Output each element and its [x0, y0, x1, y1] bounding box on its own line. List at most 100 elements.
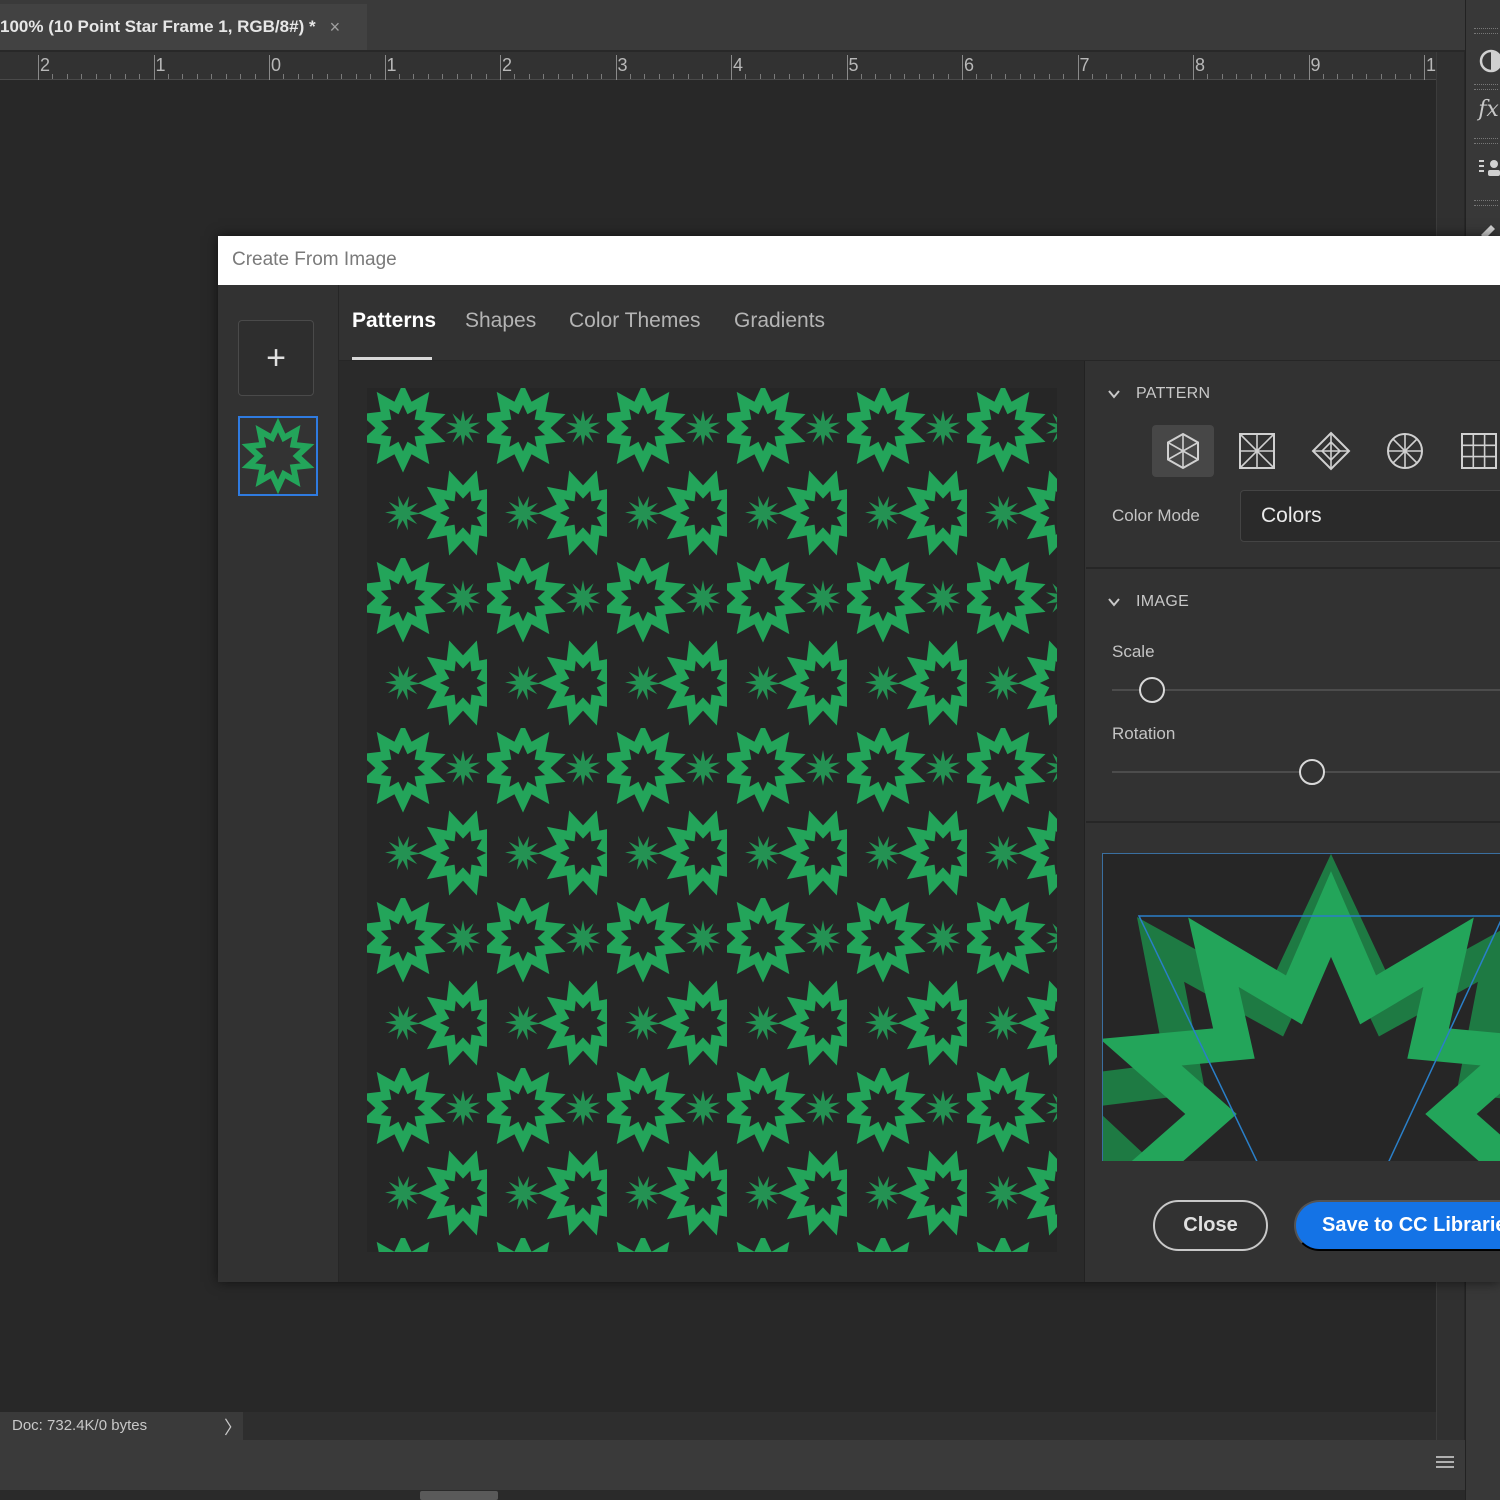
pattern-preview-pane — [339, 361, 1085, 1282]
ruler-minor-tick — [442, 74, 444, 79]
rotation-slider-thumb[interactable] — [1299, 759, 1325, 785]
tab-color-themes[interactable]: Color Themes — [569, 309, 701, 333]
rhombus-icon[interactable] — [1300, 425, 1362, 477]
document-tab[interactable]: 100% (10 Point Star Frame 1, RGB/8#) * × — [0, 4, 367, 50]
ruler-minor-tick — [225, 74, 227, 79]
ruler-minor-tick — [543, 74, 545, 79]
star-thumbnail-icon — [241, 417, 315, 495]
scale-slider-thumb[interactable] — [1139, 677, 1165, 703]
tab-patterns[interactable]: Patterns — [352, 309, 436, 333]
ruler-minor-tick — [456, 74, 458, 79]
save-to-cc-libraries-button[interactable]: Save to CC Libraries — [1294, 1200, 1500, 1251]
ruler-minor-tick — [52, 74, 54, 79]
ruler-minor-tick — [514, 74, 516, 79]
ruler-minor-tick — [1265, 74, 1267, 79]
image-section-title: IMAGE — [1136, 593, 1190, 610]
asset-type-tabs: Patterns Shapes Color Themes Gradients — [339, 285, 1500, 361]
chevron-down-icon — [1108, 598, 1120, 607]
ruler-major-tick — [38, 55, 39, 80]
ruler-minor-tick — [774, 74, 776, 79]
close-button[interactable]: Close — [1153, 1200, 1268, 1251]
ruler-minor-tick — [1048, 74, 1050, 79]
tab-shapes[interactable]: Shapes — [465, 309, 536, 333]
color-mode-dropdown[interactable]: Colors — [1240, 490, 1500, 542]
ruler-minor-tick — [1337, 74, 1339, 79]
ruler-label: 4 — [733, 55, 744, 75]
ruler-minor-tick — [1279, 74, 1281, 79]
add-image-button[interactable]: + — [238, 320, 314, 396]
fx-icon[interactable]: fx — [1476, 94, 1500, 124]
ruler-minor-tick — [860, 74, 862, 79]
close-icon[interactable]: × — [330, 17, 341, 38]
status-bar-filler — [243, 1412, 1436, 1440]
circle-wedge-icon[interactable] — [1374, 425, 1436, 477]
ruler-major-tick — [153, 55, 155, 80]
image-section-header[interactable]: IMAGE — [1108, 593, 1189, 611]
properties-icon[interactable] — [1476, 152, 1500, 182]
ruler-label: 3 — [617, 55, 628, 75]
ruler-minor-tick — [1106, 74, 1108, 79]
ruler-label: 2 — [502, 55, 513, 75]
status-menu-chevron-icon[interactable]: 〉 — [224, 1414, 242, 1440]
scale-label: Scale — [1112, 642, 1155, 661]
ruler-minor-tick — [283, 74, 285, 79]
horizontal-scrollbar[interactable] — [0, 1490, 1465, 1500]
ruler-minor-tick — [658, 74, 660, 79]
dialog-titlebar[interactable]: Create From Image — [218, 236, 1500, 285]
ruler-minor-tick — [471, 74, 473, 79]
adjustments-icon[interactable] — [1476, 46, 1500, 76]
color-mode-label: Color Mode — [1112, 506, 1200, 525]
pattern-preview — [367, 388, 1057, 1252]
ruler-major-tick — [615, 55, 617, 80]
ruler-minor-tick — [528, 74, 530, 79]
hex-grid-icon[interactable] — [1152, 425, 1214, 477]
settings-panel: PATTERN Color Mode Colors IMAGE Scale Ro… — [1086, 361, 1500, 1282]
document-tab-title: 100% (10 Point Star Frame 1, RGB/8#) * — [0, 17, 316, 36]
ruler-minor-tick — [1395, 74, 1397, 79]
image-list-rail: + — [218, 285, 339, 1282]
rotation-label: Rotation — [1112, 724, 1176, 743]
ruler-minor-tick — [413, 74, 415, 79]
ruler-minor-tick — [817, 74, 819, 79]
ruler-major-tick — [1077, 55, 1079, 80]
ruler-minor-tick — [211, 74, 213, 79]
ruler-minor-tick — [1236, 74, 1238, 79]
square-grid-icon[interactable] — [1448, 425, 1500, 477]
ruler-label: 1 — [1426, 55, 1437, 75]
ruler-minor-tick — [254, 74, 256, 79]
ruler-minor-tick — [586, 74, 588, 79]
ruler-minor-tick — [312, 74, 314, 79]
photoshop-window: 100% (10 Point Star Frame 1, RGB/8#) * ×… — [0, 0, 1500, 1500]
tab-gradients[interactable]: Gradients — [734, 309, 825, 333]
ruler-minor-tick — [1178, 74, 1180, 79]
pattern-section-header[interactable]: PATTERN — [1108, 385, 1210, 403]
ruler-minor-tick — [572, 74, 574, 79]
ruler-minor-tick — [702, 74, 704, 79]
ruler-minor-tick — [355, 74, 357, 79]
ruler-label: 6 — [964, 55, 975, 75]
ruler-minor-tick — [832, 74, 834, 79]
horizontal-ruler[interactable]: 2 1 0 1 2 3 4 5 6 7 8 9 1 — [0, 52, 1440, 80]
ruler-minor-tick — [1207, 74, 1209, 79]
create-from-image-dialog: Create From Image + Patterns Shapes Colo… — [218, 236, 1500, 1282]
ruler-minor-tick — [1164, 74, 1166, 79]
panel-menu-icon[interactable] — [1436, 1456, 1454, 1470]
horizontal-scrollbar-thumb[interactable] — [420, 1491, 498, 1500]
pattern-section-title: PATTERN — [1136, 385, 1211, 402]
diamond-grid-icon[interactable] — [1226, 425, 1288, 477]
dock-grip[interactable] — [1474, 200, 1498, 206]
ruler-major-tick — [1424, 55, 1425, 80]
scale-slider-track[interactable] — [1112, 689, 1500, 691]
ruler-minor-tick — [1063, 74, 1065, 79]
dock-grip[interactable] — [1474, 138, 1498, 144]
ruler-minor-tick — [788, 74, 790, 79]
image-thumbnail[interactable] — [238, 416, 318, 496]
ruler-minor-tick — [1019, 74, 1021, 79]
ruler-major-tick — [731, 55, 732, 80]
ruler-minor-tick — [1034, 74, 1036, 79]
dock-grip[interactable] — [1474, 84, 1498, 90]
ruler-minor-tick — [182, 74, 184, 79]
dock-grip[interactable] — [1474, 28, 1498, 34]
ruler-minor-tick — [1351, 74, 1353, 79]
ruler-minor-tick — [167, 74, 169, 79]
